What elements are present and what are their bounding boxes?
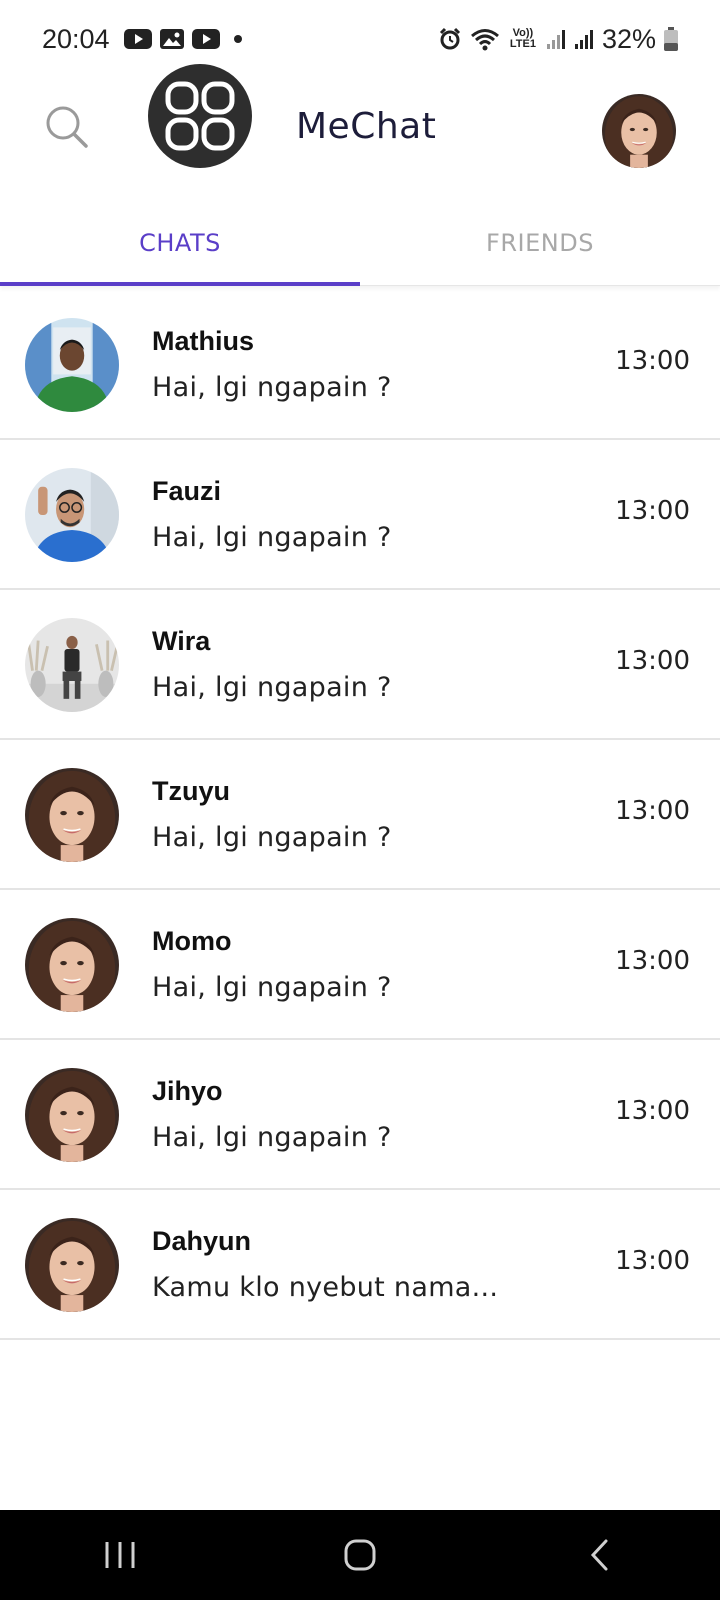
tab-friends-label: FRIENDS: [486, 228, 594, 257]
chat-time: 13:00: [615, 1096, 690, 1126]
home-button[interactable]: [315, 1510, 405, 1600]
chat-last-message: Hai, lgi ngapain ?: [152, 672, 392, 703]
avatar: [25, 468, 119, 562]
volte-label: Vo)) LTE1: [509, 27, 536, 50]
chat-item[interactable]: Dahyun Kamu klo nyebut nama... 13:00: [0, 1190, 720, 1340]
chat-item[interactable]: Fauzi Hai, lgi ngapain ? 13:00: [0, 440, 720, 590]
notification-dot: [233, 35, 242, 43]
signal-icon: [574, 28, 594, 50]
chat-name: Tzuyu: [152, 776, 230, 806]
chat-last-message: Hai, lgi ngapain ?: [152, 372, 392, 403]
chat-name: Wira: [152, 626, 211, 656]
grid-logo-icon: [165, 81, 235, 151]
chat-time: 13:00: [615, 946, 690, 976]
youtube-icon: [123, 28, 152, 50]
avatar: [25, 1218, 119, 1312]
chat-item[interactable]: Mathius Hai, lgi ngapain ? 13:00: [0, 290, 720, 440]
back-icon: [590, 1539, 608, 1571]
profile-avatar[interactable]: [602, 94, 676, 168]
chat-name: Dahyun: [152, 1226, 252, 1256]
avatar: [25, 1068, 119, 1162]
chat-item[interactable]: Momo Hai, lgi ngapain ? 13:00: [0, 890, 720, 1040]
chat-name: Momo: [152, 926, 232, 956]
chat-time: 13:00: [615, 646, 690, 676]
wifi-icon: [470, 27, 500, 51]
app-title: MeChat: [296, 106, 437, 147]
chat-time: 13:00: [615, 796, 690, 826]
tab-chats-label: CHATS: [139, 228, 221, 257]
chat-name: Jihyo: [152, 1076, 223, 1106]
chat-last-message: Hai, lgi ngapain ?: [152, 822, 392, 853]
avatar: [25, 768, 119, 862]
status-left: 20:04: [42, 24, 242, 55]
tab-bar: CHATS FRIENDS: [0, 200, 720, 286]
chat-last-message: Hai, lgi ngapain ?: [152, 972, 392, 1003]
chat-last-message: Kamu klo nyebut nama...: [152, 1272, 499, 1303]
avatar: [25, 318, 119, 412]
status-time: 20:04: [42, 23, 110, 54]
battery-icon: [664, 27, 678, 51]
recent-apps-icon: [105, 1542, 135, 1568]
chat-item[interactable]: Wira Hai, lgi ngapain ? 13:00: [0, 590, 720, 740]
volte-icon: Vo)) LTE1: [508, 28, 538, 50]
system-nav-bar: [0, 1510, 720, 1600]
alarm-icon: [438, 27, 462, 51]
search-icon: [46, 106, 88, 148]
app-header: MeChat: [0, 60, 720, 200]
chat-item[interactable]: Tzuyu Hai, lgi ngapain ? 13:00: [0, 740, 720, 890]
gallery-icon: [159, 28, 184, 50]
battery-percent: 32%: [601, 23, 656, 54]
app-logo: [148, 64, 252, 168]
recent-apps-button[interactable]: [75, 1510, 165, 1600]
signal-icon: [546, 28, 566, 50]
back-button[interactable]: [555, 1510, 645, 1600]
avatar: [25, 618, 119, 712]
chat-name: Mathius: [152, 326, 255, 356]
chat-list: Mathius Hai, lgi ngapain ? 13:00 Fauzi H…: [0, 290, 720, 1340]
search-button[interactable]: [42, 102, 92, 152]
status-right: Vo)) LTE1 32%: [438, 24, 678, 55]
chat-last-message: Hai, lgi ngapain ?: [152, 1122, 392, 1153]
chat-last-message: Hai, lgi ngapain ?: [152, 522, 392, 553]
avatar: [25, 918, 119, 1012]
home-icon: [344, 1539, 376, 1571]
youtube-icon: [191, 28, 220, 50]
chat-time: 13:00: [615, 496, 690, 526]
tab-friends[interactable]: FRIENDS: [360, 200, 720, 285]
chat-name: Fauzi: [152, 476, 222, 506]
chat-time: 13:00: [615, 1246, 690, 1276]
chat-time: 13:00: [615, 346, 690, 376]
tab-active-indicator: [0, 282, 360, 286]
chat-item[interactable]: Jihyo Hai, lgi ngapain ? 13:00: [0, 1040, 720, 1190]
tab-chats[interactable]: CHATS: [0, 200, 360, 286]
